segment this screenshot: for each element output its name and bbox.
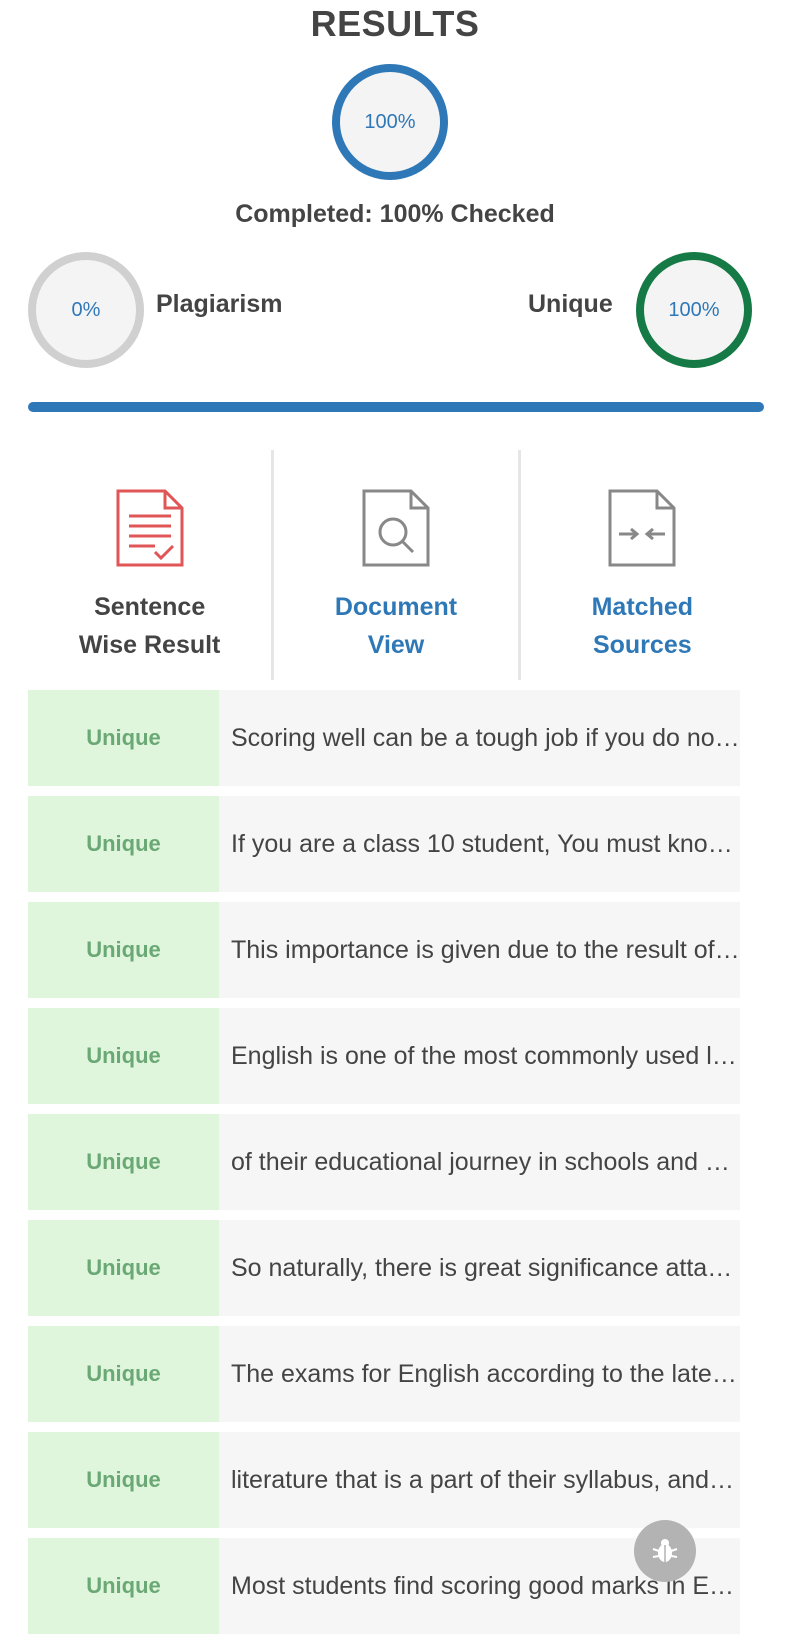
sentence-text: So naturally, there is great significanc…	[231, 1253, 740, 1282]
sentence-text: This importance is given due to the resu…	[231, 935, 740, 964]
sentence-text: If you are a class 10 student, You must …	[231, 829, 740, 858]
result-row[interactable]: Unique Scoring well can be a tough job i…	[28, 690, 740, 786]
status-badge: Unique	[28, 796, 219, 892]
tab-label-document-view: Document View	[334, 593, 458, 659]
sentence-text: literature that is a part of their sylla…	[231, 1465, 740, 1494]
status-badge: Unique	[28, 1326, 219, 1422]
result-row[interactable]: Unique This importance is given due to t…	[28, 902, 740, 998]
status-badge: Unique	[28, 1220, 219, 1316]
result-row[interactable]: Unique English is one of the most common…	[28, 1008, 740, 1104]
result-row[interactable]: Unique literature that is a part of thei…	[28, 1432, 740, 1528]
tab-matched-sources[interactable]: Matched Sources	[517, 450, 764, 680]
status-badge: Unique	[28, 690, 219, 786]
bug-report-button[interactable]	[634, 1520, 696, 1582]
progress-bar	[28, 402, 764, 412]
document-search-icon	[362, 489, 430, 567]
plagiarism-circle: 0%	[28, 252, 144, 368]
bug-icon	[652, 1539, 678, 1562]
overall-progress-value: 100%	[364, 110, 416, 133]
status-badge: Unique	[28, 1114, 219, 1210]
status-badge: Unique	[28, 1432, 219, 1528]
result-row[interactable]: Unique So naturally, there is great sign…	[28, 1220, 740, 1316]
unique-circle: 100%	[636, 252, 752, 368]
sentence-results-list: Unique Scoring well can be a tough job i…	[28, 690, 740, 1644]
plagiarism-label: Plagiarism	[156, 290, 283, 318]
overall-progress-circle: 100%	[332, 64, 448, 180]
result-row[interactable]: Unique of their educational journey in s…	[28, 1114, 740, 1210]
sentence-document-icon	[116, 489, 184, 567]
completed-status: Completed: 100% Checked	[235, 200, 555, 228]
sentence-text: of their educational journey in schools …	[231, 1147, 740, 1176]
sentence-text: Scoring well can be a tough job if you d…	[231, 723, 740, 752]
result-row[interactable]: Unique If you are a class 10 student, Yo…	[28, 796, 740, 892]
tab-document-view[interactable]: Document View	[271, 450, 517, 680]
unique-label: Unique	[528, 290, 613, 318]
tab-sentence-wise-result[interactable]: Sentence Wise Result	[28, 450, 271, 680]
status-badge: Unique	[28, 1538, 219, 1634]
unique-percent: 100%	[668, 298, 720, 321]
status-badge: Unique	[28, 902, 219, 998]
sentence-text: English is one of the most commonly used…	[231, 1041, 740, 1070]
plagiarism-percent: 0%	[71, 298, 101, 321]
result-row[interactable]: Unique The exams for English according t…	[28, 1326, 740, 1422]
status-badge: Unique	[28, 1008, 219, 1104]
result-tabs: Sentence Wise Result Document View Match…	[28, 450, 764, 680]
page-title: RESULTS	[310, 3, 480, 44]
document-compare-icon	[608, 489, 676, 567]
sentence-text: The exams for English according to the l…	[231, 1359, 740, 1388]
tab-label-sentence-wise: Sentence Wise Result	[78, 593, 221, 659]
tab-label-matched-sources: Matched Sources	[591, 593, 694, 659]
